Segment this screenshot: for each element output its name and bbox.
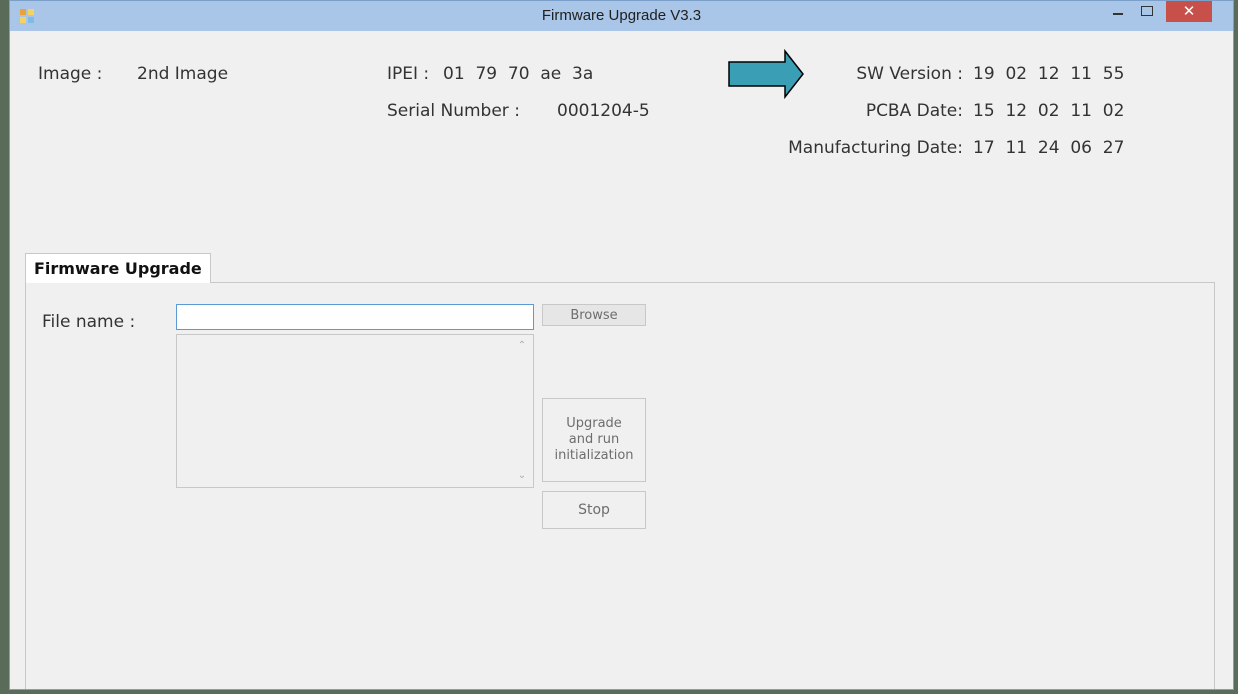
ipei-label: IPEI : bbox=[387, 64, 430, 84]
title-bar: Firmware Upgrade V3.3 ✕ bbox=[10, 1, 1233, 31]
image-label: Image : bbox=[38, 64, 103, 84]
blue-arrow-annotation bbox=[728, 49, 804, 99]
pcba-date-label: PCBA Date: bbox=[865, 101, 963, 121]
close-icon[interactable]: ✕ bbox=[1166, 1, 1212, 22]
file-name-label: File name : bbox=[42, 312, 136, 332]
sw-version-value: 19 02 12 11 55 bbox=[973, 64, 1125, 84]
tab-firmware-upgrade[interactable]: Firmware Upgrade bbox=[25, 253, 211, 283]
browse-button[interactable]: Browse bbox=[542, 304, 646, 326]
pcba-date-value: 15 12 02 11 02 bbox=[973, 101, 1125, 121]
window-title: Firmware Upgrade V3.3 bbox=[541, 7, 702, 24]
log-textarea[interactable]: ⌃ ⌄ bbox=[176, 334, 534, 488]
sw-version-label: SW Version : bbox=[856, 64, 963, 84]
file-name-input[interactable] bbox=[176, 304, 534, 330]
chevron-down-icon[interactable]: ⌄ bbox=[517, 471, 527, 481]
manufacturing-date-value: 17 11 24 06 27 bbox=[973, 138, 1125, 158]
ipei-value: 01 79 70 ae 3a bbox=[443, 64, 594, 84]
maximize-icon[interactable] bbox=[1134, 1, 1160, 23]
upgrade-and-run-initialization-button[interactable]: Upgrade and run initialization bbox=[542, 398, 646, 482]
minimize-icon[interactable] bbox=[1105, 1, 1131, 23]
serial-number-value: 0001204-5 bbox=[557, 101, 650, 121]
upgrade-button-label: Upgrade and run initialization bbox=[554, 416, 634, 463]
image-value: 2nd Image bbox=[137, 64, 229, 84]
stop-button[interactable]: Stop bbox=[542, 491, 646, 529]
main-window: Firmware Upgrade V3.3 ✕ Image : 2nd Imag… bbox=[9, 0, 1234, 690]
manufacturing-date-label: Manufacturing Date: bbox=[788, 138, 963, 158]
chevron-up-icon[interactable]: ⌃ bbox=[517, 341, 527, 351]
serial-number-label: Serial Number : bbox=[387, 101, 520, 121]
